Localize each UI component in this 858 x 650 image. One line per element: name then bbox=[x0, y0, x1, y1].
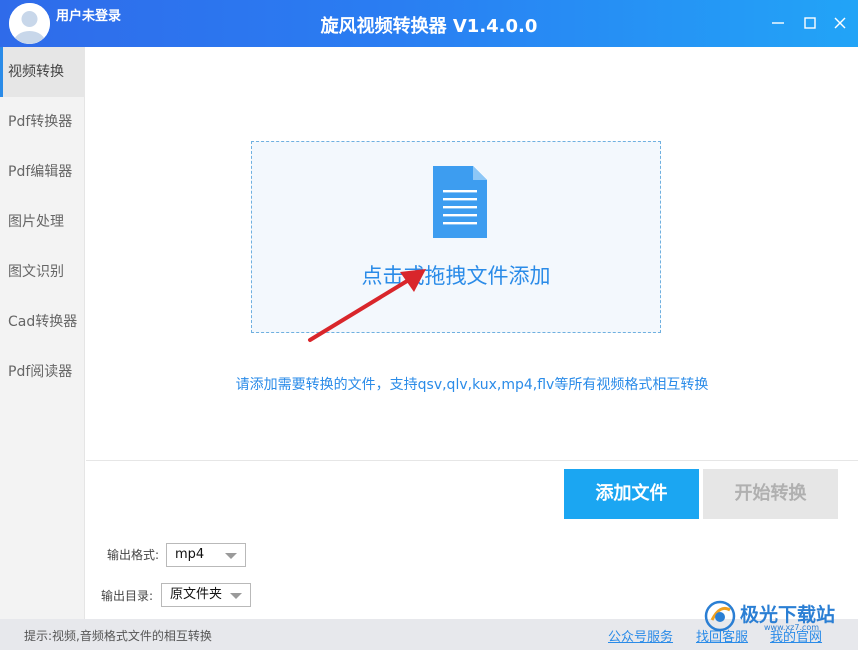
official-account-link[interactable]: 公众号服务 bbox=[608, 626, 673, 645]
sidebar-item-cad-converter[interactable]: Cad转换器 bbox=[0, 297, 85, 347]
file-drop-zone[interactable]: 点击或拖拽文件添加 bbox=[251, 141, 661, 333]
title-bar: 用户未登录 旋风视频转换器 V1.4.0.0 bbox=[0, 0, 858, 47]
supported-formats-hint: 请添加需要转换的文件，支持qsv,qlv,kux,mp4,flv等所有视频格式相… bbox=[235, 377, 709, 393]
output-dir-value: 原文件夹 bbox=[170, 587, 223, 602]
sidebar: 视频转换 Pdf转换器 Pdf编辑器 图片处理 图文识别 Cad转换器 Pdf阅… bbox=[0, 47, 85, 619]
sidebar-item-ocr[interactable]: 图文识别 bbox=[0, 247, 85, 297]
watermark-url: www.xz7.com bbox=[764, 623, 820, 632]
content-divider bbox=[86, 460, 858, 461]
sidebar-item-pdf-editor[interactable]: Pdf编辑器 bbox=[0, 147, 85, 197]
sidebar-item-pdf-converter[interactable]: Pdf转换器 bbox=[0, 97, 85, 147]
add-file-button[interactable]: 添加文件 bbox=[564, 469, 699, 519]
start-convert-button[interactable]: 开始转换 bbox=[703, 469, 838, 519]
output-format-label: 输出格式: bbox=[107, 548, 160, 562]
output-dir-label: 输出目录: bbox=[101, 589, 154, 603]
sidebar-item-pdf-reader[interactable]: Pdf阅读器 bbox=[0, 347, 85, 397]
dropdown-caret-icon bbox=[225, 553, 237, 559]
output-format-select[interactable]: mp4 bbox=[166, 543, 246, 567]
output-dir-select[interactable]: 原文件夹 bbox=[161, 583, 251, 607]
watermark-logo-icon bbox=[704, 600, 736, 632]
status-tip: 提示:视频,音频格式文件的相互转换 bbox=[24, 629, 212, 643]
sidebar-item-video-convert[interactable]: 视频转换 bbox=[0, 47, 85, 97]
minimize-icon[interactable] bbox=[767, 12, 789, 34]
output-format-value: mp4 bbox=[175, 547, 205, 562]
drop-zone-label: 点击或拖拽文件添加 bbox=[361, 264, 551, 288]
file-document-icon bbox=[433, 166, 487, 238]
app-title: 旋风视频转换器 V1.4.0.0 bbox=[320, 16, 538, 37]
watermark: 极光下载站 www.xz7.com bbox=[704, 598, 856, 634]
close-icon[interactable] bbox=[829, 12, 851, 34]
sidebar-item-image-processing[interactable]: 图片处理 bbox=[0, 197, 85, 247]
dropdown-caret-icon bbox=[230, 593, 242, 599]
maximize-icon[interactable] bbox=[799, 12, 821, 34]
